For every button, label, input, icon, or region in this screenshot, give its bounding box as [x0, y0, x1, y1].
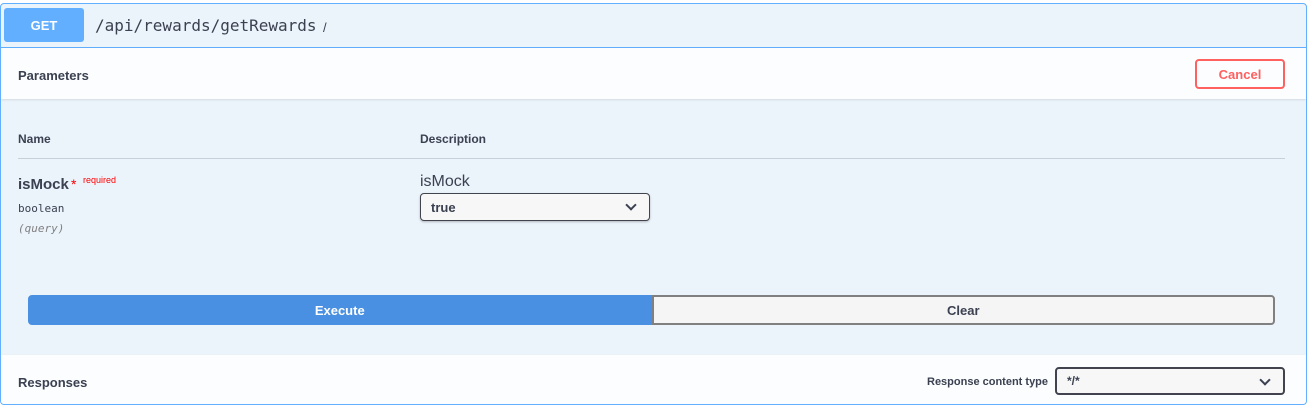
execute-button-group: Execute Clear: [28, 295, 1275, 325]
method-badge: GET: [4, 8, 84, 42]
parameters-header: Parameters Cancel: [1, 48, 1306, 99]
header-divider: [18, 158, 1285, 159]
param-type: boolean: [18, 202, 65, 215]
param-description: isMock: [420, 173, 470, 190]
clear-button[interactable]: Clear: [651, 295, 1275, 325]
required-star: *: [71, 176, 77, 192]
endpoint-description: /: [323, 20, 327, 35]
ismock-selected-value: true: [431, 199, 456, 215]
operation-summary[interactable]: GET /api/rewards/getRewards /: [1, 4, 1306, 48]
execute-button[interactable]: Execute: [28, 295, 652, 325]
param-location: (query): [18, 222, 65, 235]
response-content-type-label: Response content type: [927, 376, 1049, 388]
responses-title: Responses: [18, 375, 88, 390]
response-content-type-value: */*: [1067, 374, 1080, 388]
column-header-name: Name: [18, 132, 51, 146]
chevron-down-icon: [1259, 374, 1271, 386]
column-header-description: Description: [420, 132, 487, 146]
endpoint-path: /api/rewards/getRewards: [95, 16, 317, 35]
cancel-button[interactable]: Cancel: [1195, 59, 1285, 89]
required-label: required: [83, 175, 117, 185]
responses-header: Responses Response content type */*: [1, 355, 1306, 404]
parameters-title: Parameters: [18, 68, 89, 83]
ismock-select[interactable]: true: [420, 193, 650, 221]
param-name: isMock: [18, 176, 69, 193]
operation-block: GET /api/rewards/getRewards / Parameters…: [0, 3, 1307, 405]
response-content-type-select[interactable]: */*: [1055, 367, 1285, 395]
chevron-down-icon: [625, 199, 637, 211]
